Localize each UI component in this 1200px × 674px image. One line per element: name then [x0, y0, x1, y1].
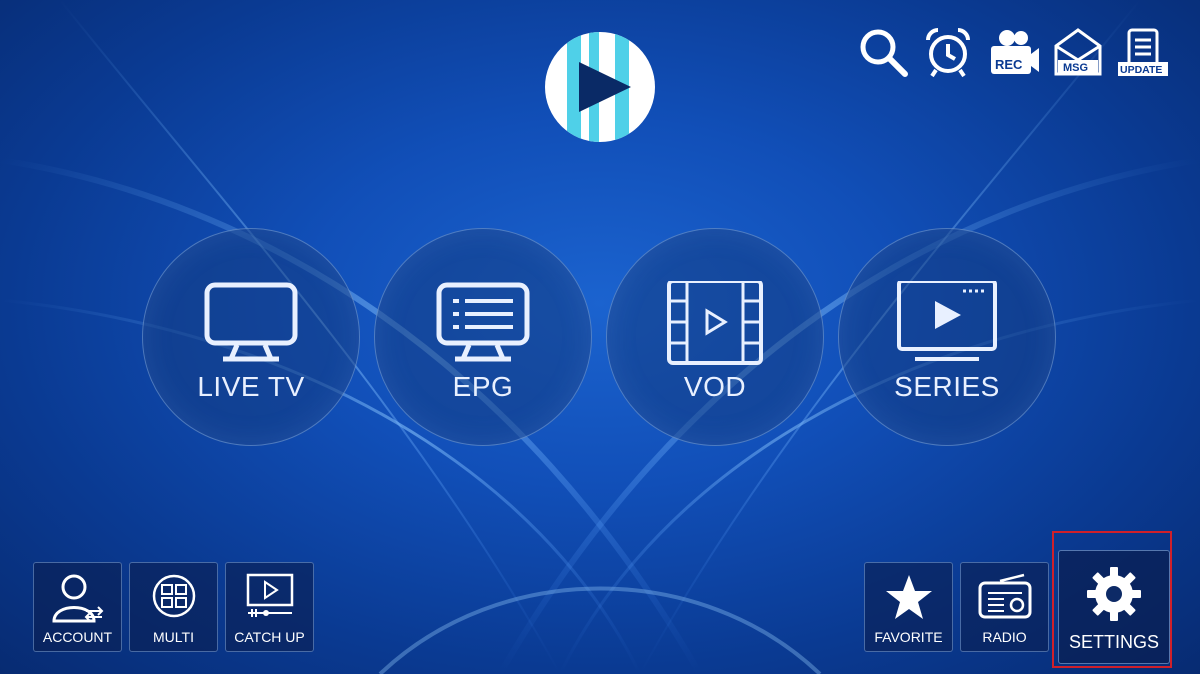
update-clipboard-icon: UPDATE	[1117, 28, 1168, 76]
search-icon	[860, 29, 908, 77]
tv-icon	[204, 282, 298, 362]
rec-button[interactable]: REC	[985, 22, 1040, 78]
series-button[interactable]: SERIES	[838, 228, 1056, 446]
record-camera-icon: REC	[990, 30, 1039, 74]
favorite-label: FAVORITE	[874, 629, 943, 645]
epg-guide-icon	[436, 282, 530, 362]
message-envelope-icon: MSG	[1054, 28, 1101, 76]
rec-label: REC	[995, 57, 1023, 72]
alarm-button[interactable]	[920, 22, 975, 78]
top-toolbar: REC MSG UPDATE	[855, 22, 1170, 78]
vod-label: VOD	[683, 371, 747, 402]
alarm-clock-icon	[925, 28, 970, 78]
favorite-button[interactable]: FAVORITE	[864, 562, 953, 652]
catch-up-player-icon	[246, 573, 293, 617]
account-label: ACCOUNT	[42, 629, 113, 645]
radio-label: RADIO	[982, 629, 1027, 645]
search-button[interactable]	[855, 22, 910, 78]
live-tv-label: LIVE TV	[197, 371, 305, 402]
epg-button[interactable]: EPG	[374, 228, 592, 446]
msg-label: MSG	[1063, 62, 1088, 74]
settings-button[interactable]: SETTINGS	[1058, 550, 1170, 664]
account-button[interactable]: ACCOUNT	[33, 562, 122, 652]
star-icon	[885, 575, 932, 619]
catch-up-button[interactable]: CATCH UP	[225, 562, 314, 652]
update-button[interactable]: UPDATE	[1115, 22, 1170, 78]
app-logo	[545, 32, 655, 142]
series-label: SERIES	[894, 371, 1000, 402]
series-play-icon	[897, 281, 997, 361]
live-tv-button[interactable]: LIVE TV	[142, 228, 360, 446]
account-user-icon	[51, 574, 103, 623]
settings-label: SETTINGS	[1068, 632, 1159, 652]
multi-label: MULTI	[153, 629, 194, 645]
msg-button[interactable]: MSG	[1050, 22, 1105, 78]
film-play-icon	[667, 281, 763, 365]
epg-label: EPG	[452, 371, 514, 402]
radio-button[interactable]: RADIO	[960, 562, 1049, 652]
multi-button[interactable]: MULTI	[129, 562, 218, 652]
update-label: UPDATE	[1120, 64, 1162, 76]
catch-up-label: CATCH UP	[234, 629, 305, 645]
multi-screen-icon	[152, 574, 195, 618]
radio-icon	[978, 573, 1031, 619]
gear-icon	[1087, 567, 1141, 621]
vod-button[interactable]: VOD	[606, 228, 824, 446]
